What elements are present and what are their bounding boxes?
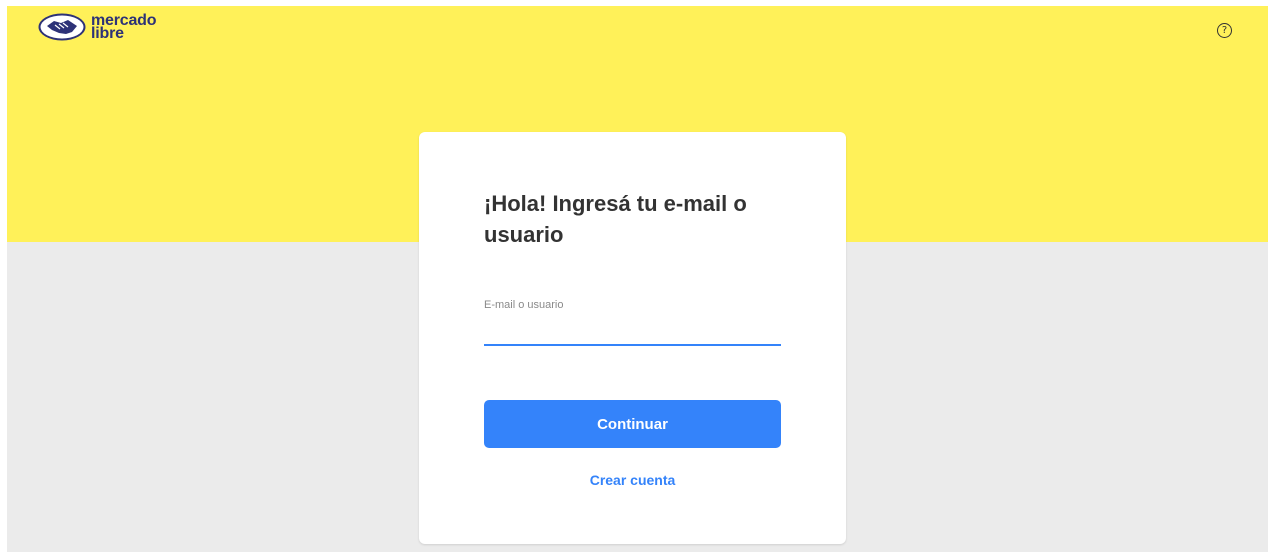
- email-field[interactable]: [484, 312, 781, 346]
- page-title: ¡Hola! Ingresá tu e-mail o usuario: [484, 191, 747, 247]
- handshake-logo-icon: [37, 12, 87, 42]
- page-frame: mercado libre ? ¡Hola! Ingresá tu e-mail…: [7, 6, 1268, 552]
- continue-button[interactable]: Continuar: [484, 400, 781, 448]
- create-account-link[interactable]: Crear cuenta: [484, 472, 781, 488]
- help-circle-icon[interactable]: ?: [1217, 23, 1232, 38]
- email-field-label: E-mail o usuario: [484, 299, 564, 311]
- login-card: ¡Hola! Ingresá tu e-mail o usuario E-mai…: [419, 132, 846, 544]
- brand-name: mercado libre: [91, 13, 156, 42]
- logo[interactable]: mercado libre: [37, 12, 156, 42]
